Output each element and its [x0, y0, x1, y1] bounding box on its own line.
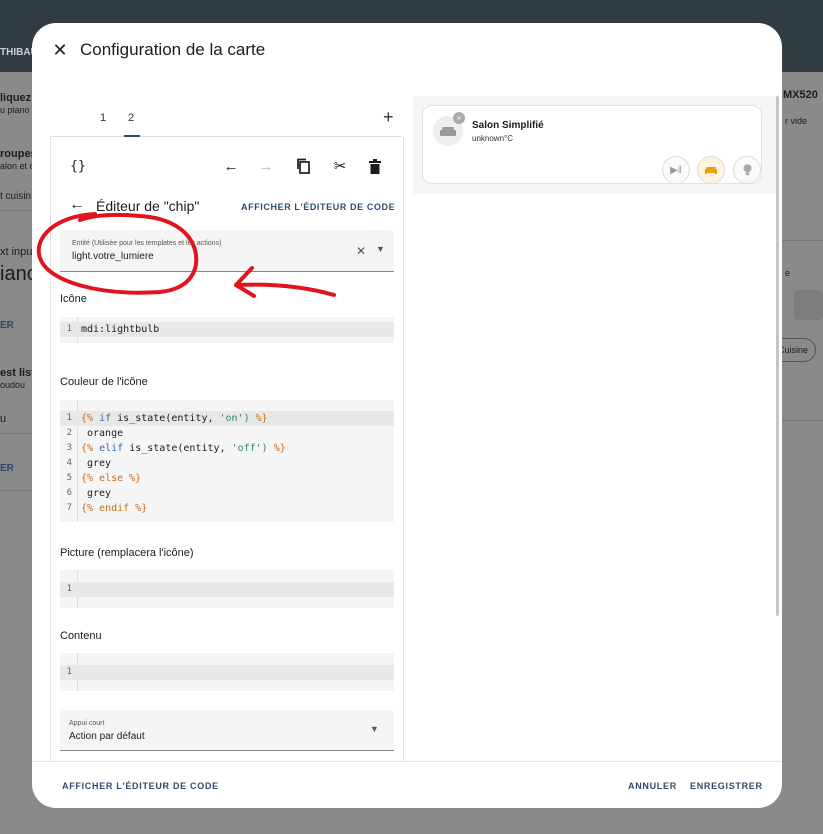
tap-action-select[interactable]: Appui court Action par défaut ▼ — [60, 710, 394, 751]
icon-color-code-editor[interactable]: 1 {% if is_state(entity, 'on') %} 2 oran… — [60, 400, 394, 522]
bg-fragment: ER — [0, 463, 14, 474]
dialog-title: Configuration de la carte — [80, 40, 266, 59]
show-code-editor-button[interactable]: AFFICHER L'ÉDITEUR DE CODE — [62, 781, 219, 791]
bg-divider — [0, 490, 32, 491]
close-icon[interactable]: ✕ — [48, 38, 72, 62]
bg-fragment: ER — [0, 320, 14, 331]
bg-fragment: t cuisin — [0, 191, 32, 202]
code-token: {% — [81, 443, 94, 454]
code-text: grey — [87, 488, 112, 499]
chip-editor-panel: {} ← → ✂ ← Éditeur de "chip" AFFICHER L'… — [50, 137, 404, 762]
save-button[interactable]: ENREGISTRER — [690, 781, 763, 791]
code-braces-icon[interactable]: {} — [67, 155, 89, 177]
bg-field — [794, 290, 823, 320]
tab-2[interactable]: 2 — [128, 112, 134, 124]
entity-field[interactable]: Entité (Utilisée pour les templates et l… — [60, 230, 394, 272]
bg-fragment: xt inpu — [0, 246, 33, 258]
bg-divider — [782, 240, 823, 241]
icon-section-label: Icône — [60, 293, 87, 305]
code-text: orange — [87, 428, 124, 439]
code-text: {% endif %} — [81, 503, 148, 514]
card-preview: ✕ Salon Simplifié unknown°C ▶‖ — [413, 96, 776, 746]
bg-fragment: u — [0, 413, 7, 425]
redo-icon[interactable]: → — [255, 155, 277, 177]
cut-icon[interactable]: ✂ — [329, 155, 351, 177]
preview-card-state: unknown°C — [472, 134, 513, 143]
code-token: 'on') — [219, 413, 250, 424]
bg-fragment: est list — [0, 367, 35, 379]
line-number: 1 — [66, 584, 72, 594]
dropdown-arrow-icon[interactable]: ▼ — [370, 724, 379, 734]
code-text: grey — [87, 458, 112, 469]
subeditor-title: Éditeur de "chip" — [96, 198, 200, 214]
preview-card-name: Salon Simplifié — [472, 120, 544, 131]
code-token: {% — [81, 413, 94, 424]
play-pause-icon[interactable]: ▶‖ — [662, 156, 690, 184]
line-number: 5 — [66, 473, 72, 483]
delete-icon[interactable] — [364, 155, 386, 177]
sofa-icon[interactable] — [697, 156, 725, 184]
code-token: %} — [273, 443, 286, 454]
line-number: 1 — [66, 667, 72, 677]
picture-section-label: Picture (remplacera l'icône) — [60, 547, 194, 559]
code-text: mdi:lightbulb — [81, 324, 160, 335]
code-token: is_state(entity, — [117, 413, 214, 424]
line-number: 4 — [66, 458, 72, 468]
line-number: 1 — [66, 413, 72, 423]
code-token: is_state(entity, — [129, 443, 226, 454]
back-arrow-icon[interactable]: ← — [69, 196, 85, 214]
code-token: elif — [99, 443, 124, 454]
clear-icon[interactable]: ✕ — [356, 244, 366, 258]
content-section-label: Contenu — [60, 630, 102, 642]
bg-fragment: e — [785, 268, 791, 278]
bg-divider — [782, 420, 823, 421]
cancel-button[interactable]: ANNULER — [628, 781, 677, 791]
tap-action-value: Action par défaut — [69, 731, 145, 742]
bg-fragment: alon et c — [0, 161, 35, 171]
line-number: 6 — [66, 488, 72, 498]
line-number: 2 — [66, 428, 72, 438]
preview-card[interactable]: ✕ Salon Simplifié unknown°C ▶‖ — [422, 105, 762, 184]
plus-icon[interactable]: + — [383, 107, 394, 128]
bg-right-fragment: MX520 — [783, 89, 818, 101]
icon-color-label: Couleur de l'icône — [60, 376, 148, 388]
bg-fragment: r vide — [785, 116, 808, 126]
preview-scrollbar[interactable] — [776, 96, 779, 616]
content-code-editor[interactable]: 1 — [60, 653, 394, 691]
code-token: %} — [255, 413, 268, 424]
code-text: {% else %} — [81, 473, 142, 484]
bg-fragment: u piano — [0, 105, 30, 115]
entity-field-label: Entité (Utilisée pour les templates et l… — [72, 240, 222, 247]
lightbulb-icon[interactable] — [733, 156, 761, 184]
footer-divider — [32, 761, 782, 762]
line-number: 1 — [66, 324, 72, 334]
bg-fragment: oudou — [0, 380, 26, 390]
icon-code-editor[interactable]: 1 mdi:lightbulb — [60, 317, 394, 343]
line-number: 3 — [66, 443, 72, 453]
line-number: 7 — [66, 503, 72, 513]
picture-code-editor[interactable]: 1 — [60, 570, 394, 608]
code-token: if — [99, 413, 112, 424]
dropdown-arrow-icon[interactable]: ▼ — [376, 244, 385, 254]
tab-1[interactable]: 1 — [100, 112, 106, 124]
show-code-editor-link[interactable]: AFFICHER L'ÉDITEUR DE CODE — [241, 202, 395, 212]
entity-field-value: light.votre_lumiere — [72, 251, 154, 262]
badge-icon: ✕ — [453, 112, 465, 124]
undo-icon[interactable]: ← — [220, 155, 242, 177]
code-token: 'off') — [231, 443, 268, 454]
card-config-dialog: ✕ Configuration de la carte 1 2 + {} ← →… — [32, 23, 782, 808]
bg-divider — [0, 210, 32, 211]
bg-divider — [0, 433, 32, 434]
tap-action-label: Appui court — [69, 720, 105, 727]
copy-icon[interactable] — [292, 155, 314, 177]
